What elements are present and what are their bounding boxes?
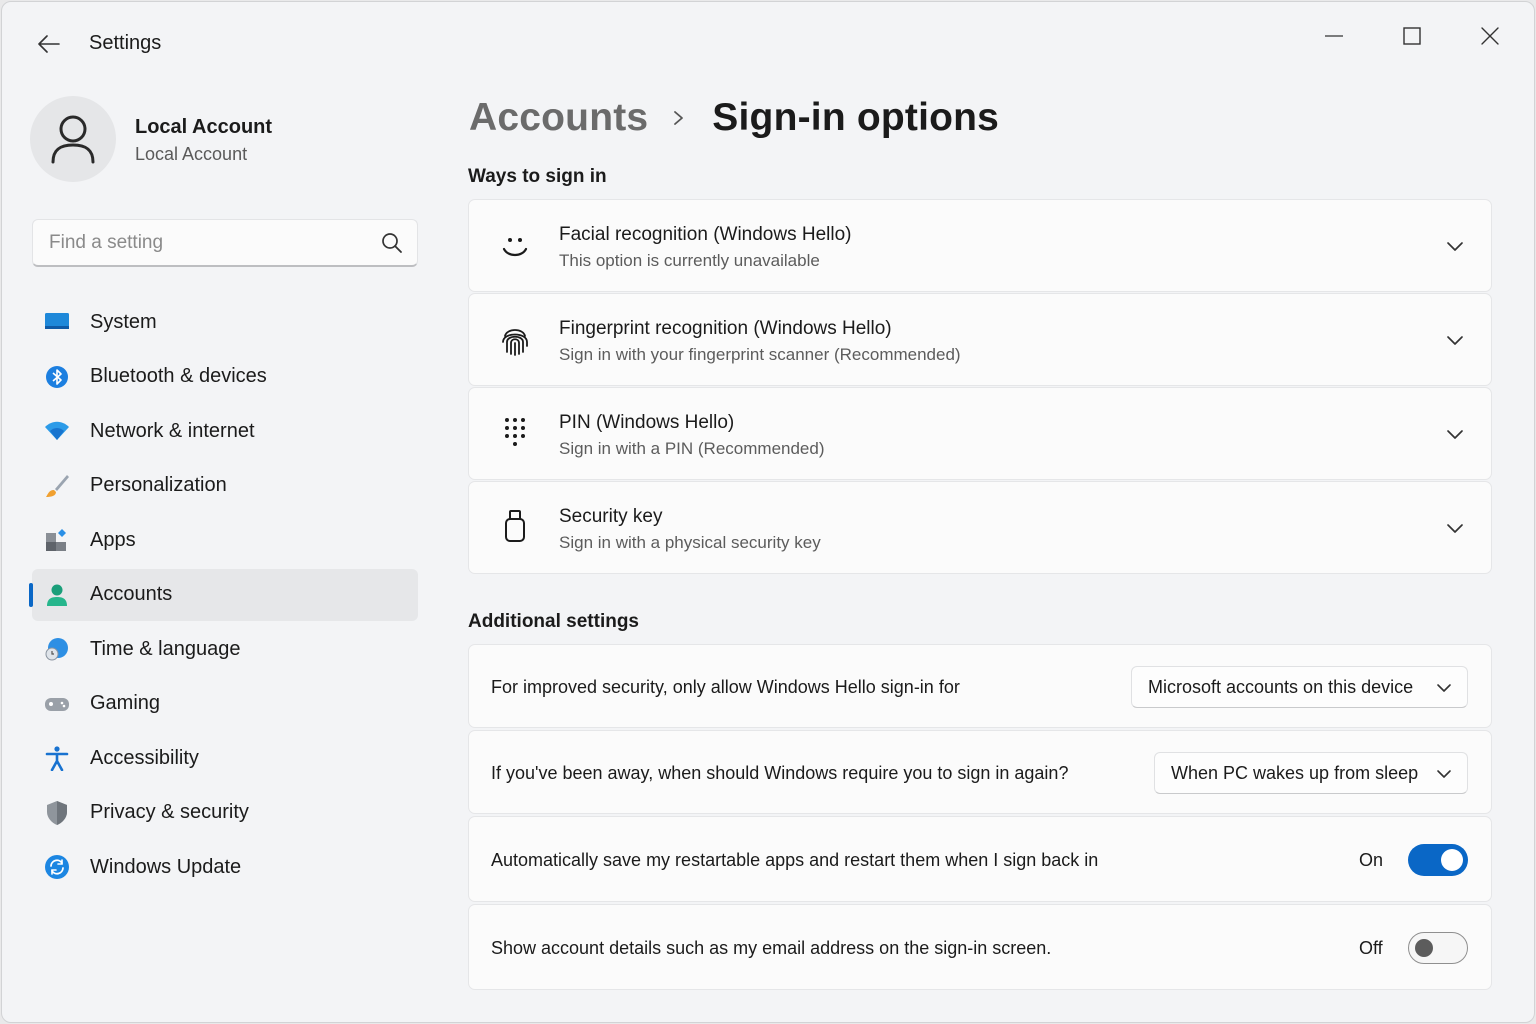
shield-icon bbox=[47, 800, 67, 825]
paintbrush-icon bbox=[46, 474, 69, 497]
chevron-down-icon[interactable] bbox=[1445, 236, 1465, 256]
signin-option-security-key[interactable]: Security key Sign in with a physical sec… bbox=[468, 481, 1492, 574]
sidebar-item-time-language[interactable]: Time & language bbox=[32, 623, 418, 675]
toggle-knob bbox=[1441, 849, 1463, 871]
avatar[interactable] bbox=[30, 96, 116, 182]
setting-label: For improved security, only allow Window… bbox=[491, 677, 960, 697]
sidebar-item-accessibility[interactable]: Accessibility bbox=[32, 732, 418, 784]
sidebar-item-personalization[interactable]: Personalization bbox=[32, 460, 418, 512]
sidebar-nav: System Bluetooth & devices Network & int… bbox=[29, 296, 418, 896]
option-description: Sign in with a physical security key bbox=[559, 533, 821, 552]
chevron-down-icon[interactable] bbox=[1445, 518, 1465, 538]
search-icon[interactable] bbox=[381, 232, 403, 254]
setting-require-signin: If you've been away, when should Windows… bbox=[468, 730, 1492, 814]
close-icon bbox=[1481, 27, 1499, 45]
sidebar-item-label: Network & internet bbox=[90, 419, 255, 442]
maximize-button[interactable] bbox=[1384, 16, 1440, 56]
search-input[interactable] bbox=[49, 220, 369, 266]
setting-hello-only: For improved security, only allow Window… bbox=[468, 644, 1492, 728]
accessibility-icon bbox=[45, 746, 69, 771]
toggle-state-label: Off bbox=[1359, 938, 1383, 958]
wifi-icon bbox=[45, 421, 69, 440]
sidebar-item-label: Gaming bbox=[90, 692, 161, 714]
chevron-right-icon bbox=[674, 111, 684, 125]
chevron-down-icon bbox=[1437, 770, 1451, 778]
option-title: PIN (Windows Hello) bbox=[559, 412, 735, 433]
sidebar-item-label: Accessibility bbox=[90, 746, 199, 769]
section-heading-ways: Ways to sign in bbox=[468, 166, 607, 187]
page-title: Sign-in options bbox=[712, 96, 1000, 139]
sidebar-item-label: Personalization bbox=[90, 474, 227, 496]
gamepad-icon bbox=[45, 697, 69, 711]
signin-option-fingerprint[interactable]: Fingerprint recognition (Windows Hello) … bbox=[468, 293, 1492, 386]
sidebar-item-apps[interactable]: Apps bbox=[32, 514, 418, 566]
minimize-icon bbox=[1325, 35, 1343, 37]
pin-keypad-icon bbox=[499, 416, 531, 448]
apps-icon bbox=[46, 529, 66, 551]
globe-clock-icon bbox=[45, 638, 68, 661]
back-button[interactable] bbox=[32, 28, 66, 60]
setting-account-details: Show account details such as my email ad… bbox=[468, 904, 1492, 990]
dropdown-selected-value: When PC wakes up from sleep bbox=[1171, 762, 1419, 783]
restart-apps-toggle[interactable] bbox=[1408, 844, 1468, 876]
option-description: This option is currently unavailable bbox=[559, 251, 820, 270]
face-icon bbox=[499, 230, 531, 262]
option-description: Sign in with a PIN (Recommended) bbox=[559, 439, 825, 458]
require-signin-dropdown[interactable]: When PC wakes up from sleep bbox=[1154, 752, 1468, 794]
sidebar-item-privacy-security[interactable]: Privacy & security bbox=[32, 787, 418, 839]
dropdown-selected-value: Microsoft accounts on this device bbox=[1148, 676, 1414, 697]
setting-label: Show account details such as my email ad… bbox=[491, 938, 1052, 958]
breadcrumb: Accounts Sign-in options bbox=[469, 90, 999, 146]
chevron-down-icon bbox=[1437, 684, 1451, 692]
fingerprint-icon bbox=[499, 324, 531, 356]
close-button[interactable] bbox=[1462, 16, 1518, 56]
minimize-button[interactable] bbox=[1306, 16, 1362, 56]
chevron-down-icon[interactable] bbox=[1445, 330, 1465, 350]
sidebar-item-windows-update[interactable]: Windows Update bbox=[32, 841, 418, 893]
maximize-icon bbox=[1403, 27, 1421, 45]
setting-label: Automatically save my restartable apps a… bbox=[491, 850, 1099, 870]
sidebar-item-label: Accounts bbox=[90, 583, 173, 605]
sidebar-item-gaming[interactable]: Gaming bbox=[32, 678, 418, 730]
accounts-icon bbox=[47, 584, 67, 606]
update-icon bbox=[45, 855, 69, 879]
bluetooth-icon bbox=[46, 365, 68, 388]
profile-header: Local Account Local Account bbox=[30, 96, 420, 186]
option-description: Sign in with your fingerprint scanner (R… bbox=[559, 345, 961, 364]
search-box[interactable] bbox=[32, 219, 418, 267]
sidebar-item-network[interactable]: Network & internet bbox=[32, 405, 418, 457]
section-heading-additional: Additional settings bbox=[468, 611, 639, 632]
breadcrumb-parent-link[interactable]: Accounts bbox=[469, 96, 648, 140]
option-title: Security key bbox=[559, 506, 663, 527]
back-arrow-icon bbox=[38, 35, 60, 53]
profile-name: Local Account bbox=[135, 116, 273, 138]
sidebar-item-label: Time & language bbox=[90, 637, 241, 660]
hello-only-dropdown[interactable]: Microsoft accounts on this device bbox=[1131, 666, 1468, 708]
usb-key-icon bbox=[499, 510, 531, 542]
toggle-state-label: On bbox=[1359, 850, 1384, 870]
profile-account-type: Local Account bbox=[135, 144, 248, 164]
sidebar-item-label: System bbox=[90, 310, 157, 333]
signin-option-pin[interactable]: PIN (Windows Hello) Sign in with a PIN (… bbox=[468, 387, 1492, 480]
option-title: Fingerprint recognition (Windows Hello) bbox=[559, 318, 892, 339]
sidebar-item-label: Windows Update bbox=[90, 855, 242, 878]
account-details-toggle[interactable] bbox=[1408, 932, 1468, 964]
chevron-down-icon[interactable] bbox=[1445, 424, 1465, 444]
system-icon bbox=[45, 313, 69, 329]
sidebar-item-accounts[interactable]: Accounts bbox=[29, 568, 418, 621]
settings-window: Settings Local Account Local Account Fin… bbox=[1, 1, 1535, 1023]
sidebar-item-label: Privacy & security bbox=[90, 801, 249, 823]
title-bar: Settings bbox=[2, 2, 1534, 86]
setting-restart-apps: Automatically save my restartable apps a… bbox=[468, 816, 1492, 902]
option-title: Facial recognition (Windows Hello) bbox=[559, 224, 852, 245]
sidebar-item-bluetooth[interactable]: Bluetooth & devices bbox=[32, 351, 418, 403]
setting-label: If you've been away, when should Windows… bbox=[491, 763, 1069, 783]
sidebar-item-system[interactable]: System bbox=[32, 296, 418, 348]
person-icon bbox=[51, 115, 95, 164]
signin-option-facial[interactable]: Facial recognition (Windows Hello) This … bbox=[468, 199, 1492, 292]
app-title: Settings bbox=[89, 32, 162, 54]
sidebar-item-label: Bluetooth & devices bbox=[90, 365, 267, 387]
sidebar-item-label: Apps bbox=[90, 528, 136, 551]
toggle-knob bbox=[1415, 938, 1433, 957]
